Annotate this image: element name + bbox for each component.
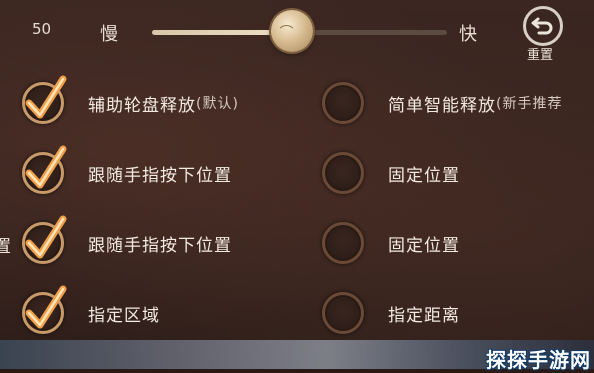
option-wheel-release[interactable]: 辅助轮盘释放 (默认) xyxy=(22,75,239,126)
cut-off-label: 置 xyxy=(0,237,11,257)
checkbox-checked[interactable] xyxy=(22,75,67,124)
checkbox-unchecked[interactable] xyxy=(322,222,364,264)
option-fixed-position[interactable]: 固定位置 xyxy=(322,150,460,196)
option-label: 固定位置 xyxy=(388,235,460,256)
option-sublabel: (新手推荐 xyxy=(496,96,563,112)
option-label: 跟随手指按下位置 xyxy=(88,165,232,186)
checkmark-icon xyxy=(25,75,67,119)
option-designated-area[interactable]: 指定区域 xyxy=(22,285,160,336)
option-fixed-position-2[interactable]: 固定位置 xyxy=(322,220,460,266)
undo-arrow-icon xyxy=(523,6,563,46)
option-designated-distance[interactable]: 指定距离 xyxy=(322,290,460,336)
option-label: 简单智能释放 xyxy=(388,95,496,116)
option-label: 跟随手指按下位置 xyxy=(88,235,232,256)
option-label: 辅助轮盘释放 xyxy=(88,95,196,116)
checkmark-icon xyxy=(25,215,67,259)
option-sublabel: (默认) xyxy=(196,96,239,112)
fast-label: 快 xyxy=(459,24,477,45)
checkbox-checked[interactable] xyxy=(22,215,67,264)
checkbox-unchecked[interactable] xyxy=(322,292,364,334)
option-label: 固定位置 xyxy=(388,165,460,186)
reset-button[interactable]: 重置 xyxy=(519,6,569,63)
checkbox-checked[interactable] xyxy=(22,285,67,334)
option-label: 指定距离 xyxy=(388,305,460,326)
checkmark-icon xyxy=(25,285,67,329)
slow-label: 慢 xyxy=(100,24,118,45)
checkbox-unchecked[interactable] xyxy=(322,152,364,194)
reset-label: 重置 xyxy=(527,48,554,63)
speed-value: 50 xyxy=(32,20,52,38)
option-smart-release[interactable]: 简单智能释放 (新手推荐 xyxy=(322,80,562,126)
option-label: 指定区域 xyxy=(88,305,160,326)
checkbox-checked[interactable] xyxy=(22,145,67,194)
speed-slider-knob[interactable]: ⌒ xyxy=(270,10,313,52)
checkbox-unchecked[interactable] xyxy=(322,82,364,124)
option-follow-finger-2[interactable]: 跟随手指按下位置 xyxy=(22,215,232,266)
slider-knob-icon: ⌒ xyxy=(279,25,294,41)
checkmark-icon xyxy=(25,145,67,189)
option-follow-finger[interactable]: 跟随手指按下位置 xyxy=(22,145,232,196)
